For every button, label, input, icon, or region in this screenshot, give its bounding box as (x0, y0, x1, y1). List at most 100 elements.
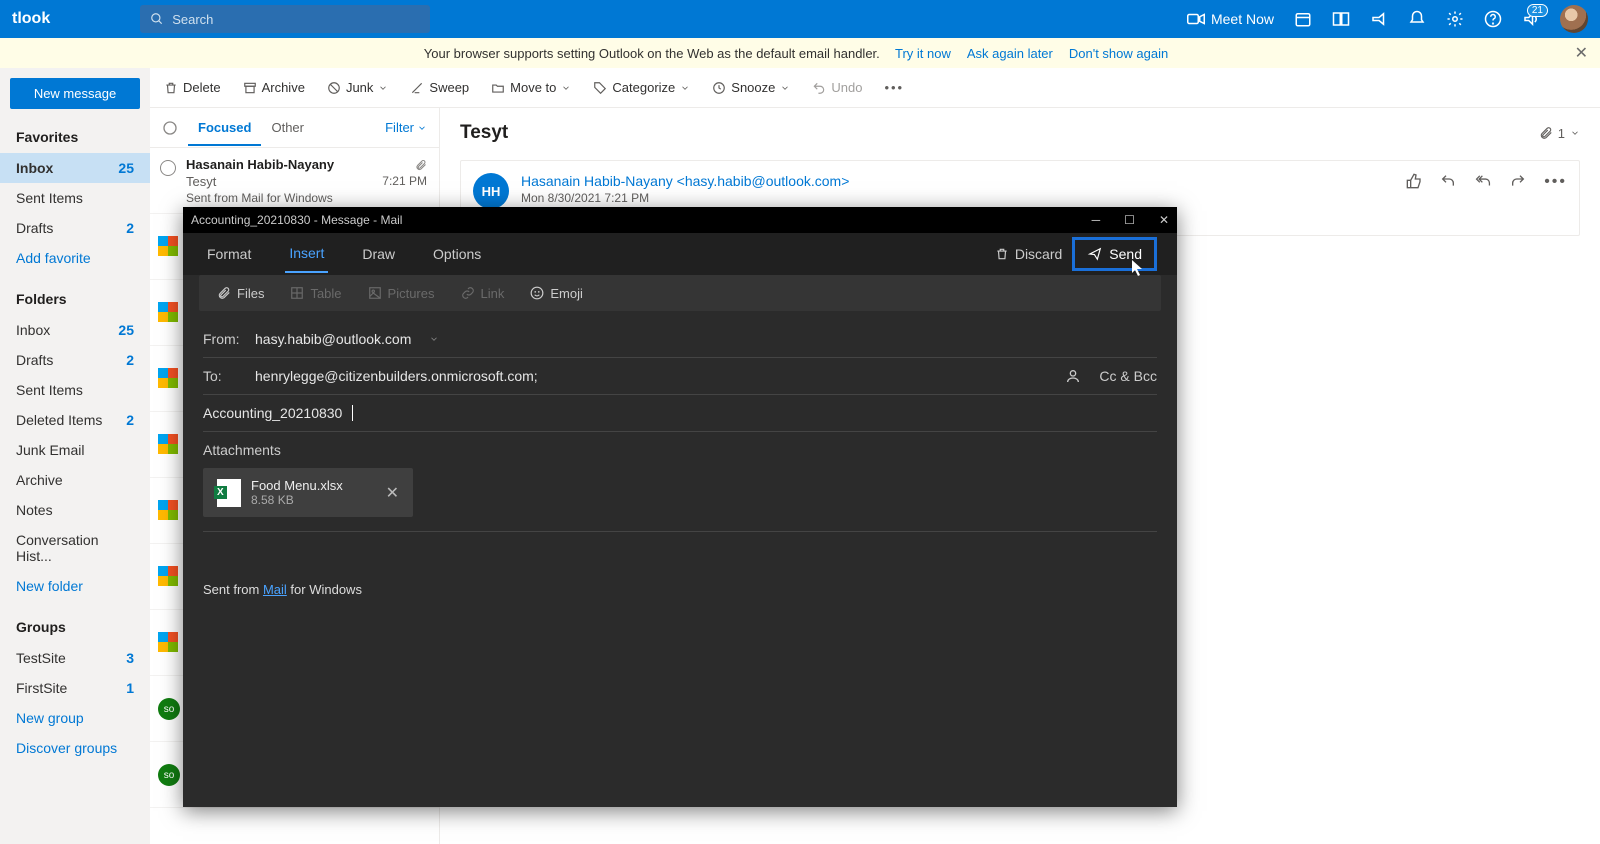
banner-close-icon[interactable]: ✕ (1575, 43, 1588, 63)
forward-icon[interactable] (1510, 173, 1526, 189)
nav-folder-notes[interactable]: Notes (0, 495, 150, 525)
immersive-reader-icon[interactable] (1332, 10, 1350, 28)
message-item[interactable]: Hasanain Habib-Nayany Tesyt7:21 PM Sent … (150, 148, 439, 214)
to-field[interactable]: To: henrylegge@citizenbuilders.onmicroso… (203, 358, 1157, 395)
insert-emoji[interactable]: Emoji (530, 286, 583, 301)
ccbcc-link[interactable]: Cc & Bcc (1099, 368, 1157, 384)
attachment-name: Food Menu.xlsx (251, 478, 343, 493)
select-all-icon[interactable] (162, 120, 178, 136)
window-titlebar[interactable]: Accounting_20210830 - Message - Mail ─ ☐… (183, 207, 1177, 233)
delete-button[interactable]: Delete (164, 80, 221, 95)
tab-format[interactable]: Format (203, 236, 255, 272)
sender-name[interactable]: Hasanain Habib-Nayany <hasy.habib@outloo… (521, 173, 849, 189)
video-icon (1187, 12, 1205, 26)
add-favorite-link[interactable]: Add favorite (0, 243, 150, 273)
categorize-button[interactable]: Categorize (593, 80, 690, 95)
nav-group-testsite[interactable]: TestSite3 (0, 643, 150, 673)
nav-folder-convo[interactable]: Conversation Hist... (0, 525, 150, 571)
nav-sent-items[interactable]: Sent Items (0, 183, 150, 213)
folder-icon (491, 81, 505, 95)
minimize-icon[interactable]: ─ (1092, 213, 1101, 227)
calendar-join-icon[interactable] (1294, 10, 1312, 28)
send-button[interactable]: Send (1072, 237, 1157, 271)
new-folder-link[interactable]: New folder (0, 571, 150, 601)
snooze-button[interactable]: Snooze (712, 80, 790, 95)
tab-draw[interactable]: Draw (358, 236, 399, 272)
emoji-icon (530, 286, 544, 300)
nav-folder-junk[interactable]: Junk Email (0, 435, 150, 465)
tag-icon (593, 81, 607, 95)
from-field[interactable]: From: hasy.habib@outlook.com (203, 321, 1157, 358)
whats-new-icon[interactable] (1370, 10, 1388, 28)
undo-button[interactable]: Undo (812, 80, 862, 95)
junk-button[interactable]: Junk (327, 80, 388, 95)
attachment-chip[interactable]: Food Menu.xlsx 8.58 KB ✕ (203, 468, 413, 517)
meet-now-button[interactable]: Meet Now (1187, 11, 1274, 27)
subject-field[interactable]: Accounting_20210830 (203, 395, 1157, 432)
select-circle-icon[interactable] (160, 160, 176, 176)
chevron-down-icon (378, 83, 388, 93)
new-message-button[interactable]: New message (10, 78, 140, 109)
banner-try-link[interactable]: Try it now (895, 46, 951, 61)
groups-header[interactable]: Groups (0, 611, 150, 643)
sender-avatar-icon: so (158, 698, 180, 720)
nav-inbox[interactable]: Inbox25 (0, 153, 150, 183)
trash-icon (164, 81, 178, 95)
discover-groups-link[interactable]: Discover groups (0, 733, 150, 763)
send-icon (1087, 247, 1103, 261)
attachment-count[interactable]: 1 (1539, 125, 1580, 141)
folders-header[interactable]: Folders (0, 283, 150, 315)
maximize-icon[interactable]: ☐ (1124, 213, 1135, 227)
reply-all-icon[interactable] (1474, 173, 1492, 189)
banner-dont-link[interactable]: Don't show again (1069, 46, 1168, 61)
search-input[interactable]: Search (140, 5, 430, 33)
attachments-label: Attachments (203, 432, 1157, 468)
tab-options[interactable]: Options (429, 236, 485, 272)
settings-icon[interactable] (1446, 10, 1464, 28)
chevron-down-icon[interactable] (429, 334, 439, 344)
discard-button[interactable]: Discard (995, 246, 1062, 262)
insert-pictures[interactable]: Pictures (368, 286, 435, 301)
insert-link[interactable]: Link (461, 286, 505, 301)
filter-button[interactable]: Filter (385, 120, 427, 135)
attachment-icon (1539, 125, 1553, 141)
reply-icon[interactable] (1440, 173, 1456, 189)
insert-files[interactable]: Files (217, 285, 264, 301)
archive-icon (243, 81, 257, 95)
nav-folder-inbox[interactable]: Inbox25 (0, 315, 150, 345)
remove-attachment-icon[interactable]: ✕ (386, 483, 399, 503)
more-button[interactable]: ••• (884, 80, 904, 95)
banner-later-link[interactable]: Ask again later (967, 46, 1053, 61)
new-group-link[interactable]: New group (0, 703, 150, 733)
insert-table[interactable]: Table (290, 286, 341, 301)
user-avatar[interactable] (1560, 5, 1588, 33)
move-button[interactable]: Move to (491, 80, 571, 95)
chevron-down-icon (561, 83, 571, 93)
notifications-icon[interactable] (1408, 10, 1426, 28)
nav-folder-drafts[interactable]: Drafts2 (0, 345, 150, 375)
tab-insert[interactable]: Insert (285, 235, 328, 273)
chevron-down-icon (1570, 128, 1580, 138)
nav-group-firstsite[interactable]: FirstSite1 (0, 673, 150, 703)
nav-folder-archive[interactable]: Archive (0, 465, 150, 495)
help-icon[interactable] (1484, 10, 1502, 28)
sweep-button[interactable]: Sweep (410, 80, 469, 95)
window-title: Accounting_20210830 - Message - Mail (191, 213, 402, 227)
contacts-icon[interactable] (1065, 368, 1081, 384)
table-icon (290, 286, 304, 300)
focused-tab[interactable]: Focused (188, 120, 261, 146)
nav-folder-sent[interactable]: Sent Items (0, 375, 150, 405)
archive-button[interactable]: Archive (243, 80, 305, 95)
like-icon[interactable] (1406, 173, 1422, 189)
favorites-header[interactable]: Favorites (0, 121, 150, 153)
clock-icon (712, 81, 726, 95)
more-actions-icon[interactable]: ••• (1544, 173, 1567, 191)
mail-link[interactable]: Mail (263, 582, 287, 597)
nav-drafts[interactable]: Drafts2 (0, 213, 150, 243)
other-tab[interactable]: Other (261, 120, 314, 135)
nav-folder-deleted[interactable]: Deleted Items2 (0, 405, 150, 435)
close-icon[interactable]: ✕ (1159, 213, 1169, 227)
excel-icon (217, 479, 241, 507)
microsoft-icon (158, 434, 178, 454)
activity-icon[interactable]: 21 (1522, 10, 1540, 28)
